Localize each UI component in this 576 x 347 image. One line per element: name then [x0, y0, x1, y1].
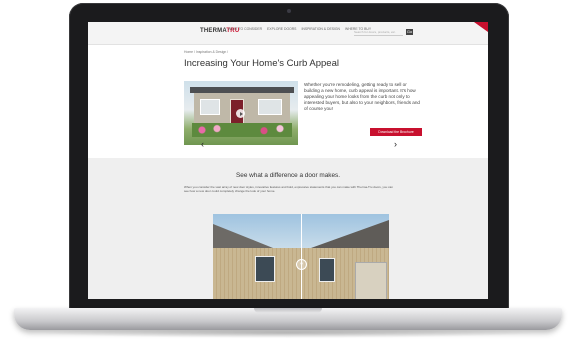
download-brochure-button[interactable]: Download the Brochure — [370, 128, 422, 136]
slider-handle-icon[interactable]: ‹› — [296, 259, 307, 270]
search-input[interactable]: Search for doors, products, etc. — [354, 29, 403, 36]
chevron-right-icon[interactable]: › — [394, 139, 397, 149]
intro-paragraph: Whether you're remodeling, getting ready… — [304, 82, 420, 111]
slider-divider — [301, 214, 302, 299]
main-nav: WHAT TO CONSIDER EXPLORE DOORS INSPIRATI… — [228, 27, 371, 31]
roof-gable — [311, 220, 389, 248]
play-icon[interactable] — [236, 109, 245, 118]
flower-bed — [192, 123, 292, 137]
browser-viewport: THERMATRU WHAT TO CONSIDER EXPLORE DOORS… — [88, 22, 488, 299]
house-window — [319, 258, 335, 282]
garage-door — [355, 262, 387, 299]
chevron-left-icon[interactable]: ‹ — [201, 139, 204, 149]
breadcrumb[interactable]: Home / Inspiration & Design / — [184, 50, 228, 54]
logo-text-main: THERMA — [200, 28, 227, 34]
house-window — [255, 256, 275, 282]
section-heading: See what a difference a door makes. — [236, 172, 340, 179]
corner-accent — [474, 22, 488, 32]
site-header: THERMATRU WHAT TO CONSIDER EXPLORE DOORS… — [88, 22, 488, 45]
house-window — [200, 99, 220, 115]
nav-what-to-consider[interactable]: WHAT TO CONSIDER — [228, 27, 262, 31]
nav-explore-doors[interactable]: EXPLORE DOORS — [267, 27, 296, 31]
before-after-slider[interactable]: ‹› — [213, 214, 389, 299]
nav-inspiration-design[interactable]: INSPIRATION & DESIGN — [301, 27, 340, 31]
comparison-section: See what a difference a door makes. When… — [88, 158, 488, 299]
search-button[interactable]: Go — [406, 29, 413, 35]
section-body: When you consider the vast array of new … — [184, 185, 393, 193]
page-title: Increasing Your Home's Curb Appeal — [184, 58, 339, 69]
house-window — [258, 99, 282, 115]
roof-gable — [213, 224, 273, 248]
laptop-notch — [254, 308, 322, 313]
camera-icon — [287, 9, 291, 13]
hero-video-thumbnail[interactable] — [184, 81, 298, 145]
